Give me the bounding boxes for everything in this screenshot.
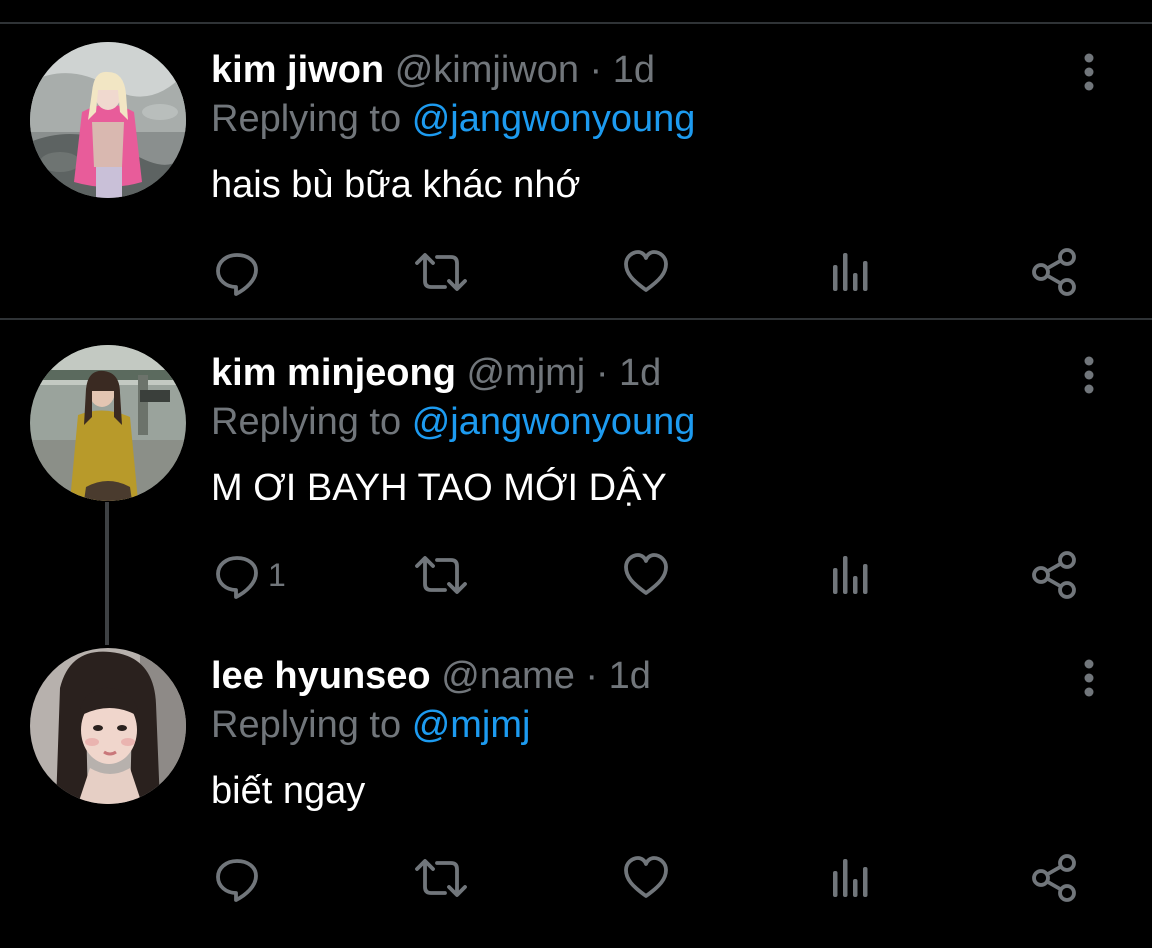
replying-prefix: Replying to <box>211 401 402 443</box>
separator-dot: · <box>589 49 603 91</box>
tweet-text: biết ngay <box>211 770 366 812</box>
heart-icon <box>624 553 668 595</box>
tweet-header: kim jiwon @kimjiwon · 1d <box>211 42 655 98</box>
tweet-header: lee hyunseo @name · 1d <box>211 648 651 704</box>
analytics-button[interactable] <box>829 848 873 908</box>
reply-icon <box>216 253 258 296</box>
top-divider <box>0 22 1152 24</box>
replying-prefix: Replying to <box>211 98 402 140</box>
share-icon <box>1032 248 1076 296</box>
mention-link[interactable]: @mjmj <box>412 704 531 746</box>
avatar[interactable] <box>30 345 186 501</box>
user-handle[interactable]: @mjmj <box>466 352 585 394</box>
share-button[interactable] <box>1030 848 1078 908</box>
avatar[interactable] <box>30 648 186 804</box>
user-handle[interactable]: @kimjiwon <box>395 49 579 91</box>
share-button[interactable] <box>1030 545 1078 605</box>
avatar[interactable] <box>30 42 186 198</box>
action-bar <box>0 242 1152 302</box>
replying-prefix: Replying to <box>211 704 402 746</box>
share-button[interactable] <box>1030 242 1078 302</box>
tweet-text: hais bù bữa khác nhớ <box>211 164 581 206</box>
retweet-button[interactable] <box>413 545 469 605</box>
more-options-icon[interactable] <box>1072 50 1106 94</box>
more-options-icon[interactable] <box>1072 656 1106 700</box>
tweet-header: kim minjeong @mjmj · 1d <box>211 345 661 401</box>
mention-link[interactable]: @jangwonyoung <box>412 98 696 140</box>
replying-to: Replying to @mjmj <box>211 700 530 750</box>
analytics-icon <box>833 556 868 594</box>
separator-dot: · <box>595 352 609 394</box>
retweet-button[interactable] <box>413 242 469 302</box>
replying-to: Replying to @jangwonyoung <box>211 94 695 144</box>
share-icon <box>1032 551 1076 599</box>
reply-button[interactable]: 1 <box>212 545 286 605</box>
reply-icon <box>216 556 258 599</box>
user-handle[interactable]: @name <box>441 655 575 697</box>
reply-button[interactable] <box>212 848 268 908</box>
retweet-icon <box>415 253 467 291</box>
reply-icon <box>216 859 258 902</box>
timestamp[interactable]: 1d <box>609 655 651 697</box>
timestamp[interactable]: 1d <box>613 49 655 91</box>
heart-icon <box>624 250 668 292</box>
tweet-kim-minjeong[interactable]: kim minjeong @mjmj · 1d Replying to @jan… <box>0 345 1152 645</box>
display-name[interactable]: lee hyunseo <box>211 655 431 697</box>
like-button[interactable] <box>622 242 670 302</box>
heart-icon <box>624 856 668 898</box>
retweet-icon <box>415 556 467 594</box>
replying-to: Replying to @jangwonyoung <box>211 397 695 447</box>
reply-count: 1 <box>268 556 286 593</box>
share-icon <box>1032 854 1076 902</box>
like-button[interactable] <box>622 545 670 605</box>
mention-link[interactable]: @jangwonyoung <box>412 401 696 443</box>
separator-dot: · <box>585 655 599 697</box>
tweet-text: M ƠI BAYH TAO MỚI DẬY <box>211 467 667 509</box>
more-options-icon[interactable] <box>1072 353 1106 397</box>
analytics-button[interactable] <box>829 242 873 302</box>
display-name[interactable]: kim minjeong <box>211 352 456 394</box>
action-bar: 1 <box>0 545 1152 605</box>
timestamp[interactable]: 1d <box>619 352 661 394</box>
tweet-kim-jiwon[interactable]: kim jiwon @kimjiwon · 1d Replying to @ja… <box>0 42 1152 342</box>
action-bar <box>0 848 1152 908</box>
display-name[interactable]: kim jiwon <box>211 49 384 91</box>
analytics-icon <box>833 253 868 291</box>
analytics-icon <box>833 859 868 897</box>
analytics-button[interactable] <box>829 545 873 605</box>
reply-button[interactable] <box>212 242 268 302</box>
retweet-icon <box>415 859 467 897</box>
tweet-lee-hyunseo[interactable]: lee hyunseo @name · 1d Replying to @mjmj… <box>0 648 1152 948</box>
like-button[interactable] <box>622 848 670 908</box>
retweet-button[interactable] <box>413 848 469 908</box>
